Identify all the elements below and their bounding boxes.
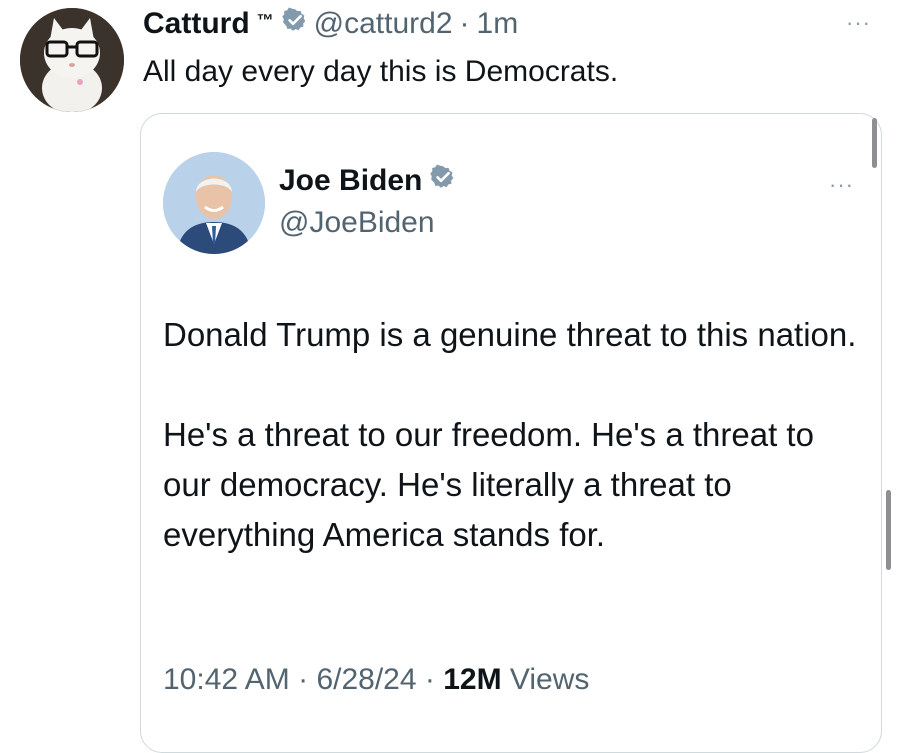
- scrollbar-thumb[interactable]: [886, 490, 891, 570]
- quote-paragraph: Donald Trump is a genuine threat to this…: [163, 316, 857, 353]
- quote-time[interactable]: 10:42 AM: [163, 663, 290, 696]
- tweet-header: Catturd ™ @catturd2 · 1m: [143, 4, 518, 44]
- quote-author-avatar[interactable]: [163, 152, 265, 254]
- author-handle[interactable]: @catturd2: [314, 7, 453, 41]
- quote-paragraph: He's a threat to our freedom. He's a thr…: [163, 416, 814, 553]
- quote-author-name-row: Joe Biden: [279, 164, 462, 198]
- quote-author-handle[interactable]: @JoeBiden: [279, 206, 435, 240]
- quoted-tweet-card[interactable]: Joe Biden @JoeBiden ··· Donald Trump is …: [140, 113, 882, 753]
- quote-author-name[interactable]: Joe Biden: [279, 164, 422, 198]
- quote-more-icon[interactable]: ···: [829, 174, 854, 196]
- trademark-mark: ™: [256, 11, 274, 30]
- tweet-timestamp[interactable]: 1m: [477, 7, 519, 41]
- quote-date[interactable]: 6/28/24: [316, 663, 416, 696]
- verified-badge-icon: [281, 7, 308, 41]
- more-icon[interactable]: ···: [846, 12, 871, 34]
- cat-avatar-image: [20, 8, 124, 112]
- verified-badge-icon: [430, 164, 456, 198]
- scrollbar-thumb[interactable]: [872, 118, 877, 168]
- quote-body: Donald Trump is a genuine threat to this…: [163, 310, 863, 610]
- meta-separator: ·: [416, 663, 444, 696]
- views-label: Views: [501, 663, 590, 696]
- header-separator: ·: [459, 7, 470, 40]
- author-avatar[interactable]: [20, 8, 124, 112]
- views-count: 12M: [443, 663, 502, 696]
- author-name[interactable]: Catturd: [143, 7, 250, 41]
- tweet-text: All day every day this is Democrats.: [143, 55, 619, 88]
- biden-avatar-image: [163, 152, 265, 254]
- meta-separator: ·: [289, 663, 317, 696]
- quote-metadata: 10:42 AM · 6/28/24 · 12M Views: [163, 663, 589, 697]
